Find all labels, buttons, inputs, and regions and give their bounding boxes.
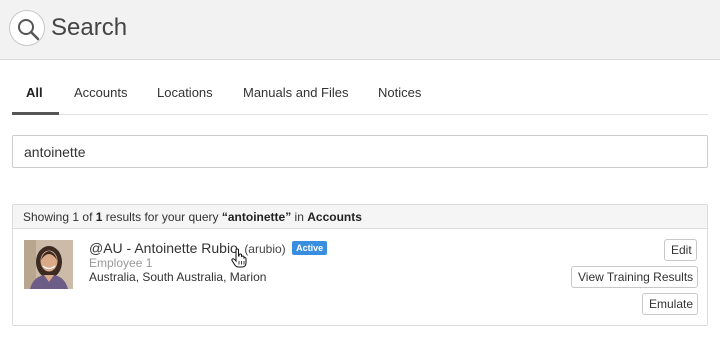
tab-accounts[interactable]: Accounts bbox=[74, 85, 127, 101]
view-training-results-button[interactable]: View Training Results bbox=[571, 266, 698, 288]
tab-all[interactable]: All bbox=[26, 85, 43, 101]
page-title: Search bbox=[51, 14, 128, 41]
page-header: Search bbox=[0, 0, 720, 60]
search-input[interactable] bbox=[12, 135, 708, 168]
edit-button[interactable]: Edit bbox=[664, 239, 697, 261]
summary-query: “antoinette” bbox=[221, 210, 292, 224]
summary-middle: results for your query bbox=[105, 210, 219, 224]
hand-pointer-icon bbox=[231, 248, 247, 273]
tab-locations[interactable]: Locations bbox=[157, 85, 213, 101]
summary-prefix: Showing bbox=[23, 210, 70, 224]
avatar[interactable] bbox=[24, 240, 73, 289]
summary-scope: Accounts bbox=[307, 210, 362, 224]
summary-shown-count: 1 bbox=[72, 210, 80, 224]
tab-bar: All Accounts Locations Manuals and Files… bbox=[12, 78, 708, 115]
result-role: Employee 1 bbox=[89, 256, 153, 270]
emulate-button[interactable]: Emulate bbox=[642, 293, 698, 315]
result-name[interactable]: @AU - Antoinette Rubio bbox=[89, 240, 238, 256]
results-panel: Showing 1 of 1 results for your query “a… bbox=[12, 204, 708, 326]
status-badge: Active bbox=[292, 241, 328, 255]
summary-total-count: 1 bbox=[95, 210, 103, 224]
summary-of: of bbox=[82, 210, 93, 224]
results-summary: Showing 1 of 1 results for your query “a… bbox=[13, 205, 707, 229]
active-tab-indicator bbox=[12, 112, 59, 115]
tab-notices[interactable]: Notices bbox=[378, 85, 421, 101]
result-username: (arubio) bbox=[244, 242, 286, 256]
summary-in: in bbox=[294, 210, 304, 224]
tab-manuals-and-files[interactable]: Manuals and Files bbox=[243, 85, 349, 101]
search-icon bbox=[9, 10, 45, 46]
